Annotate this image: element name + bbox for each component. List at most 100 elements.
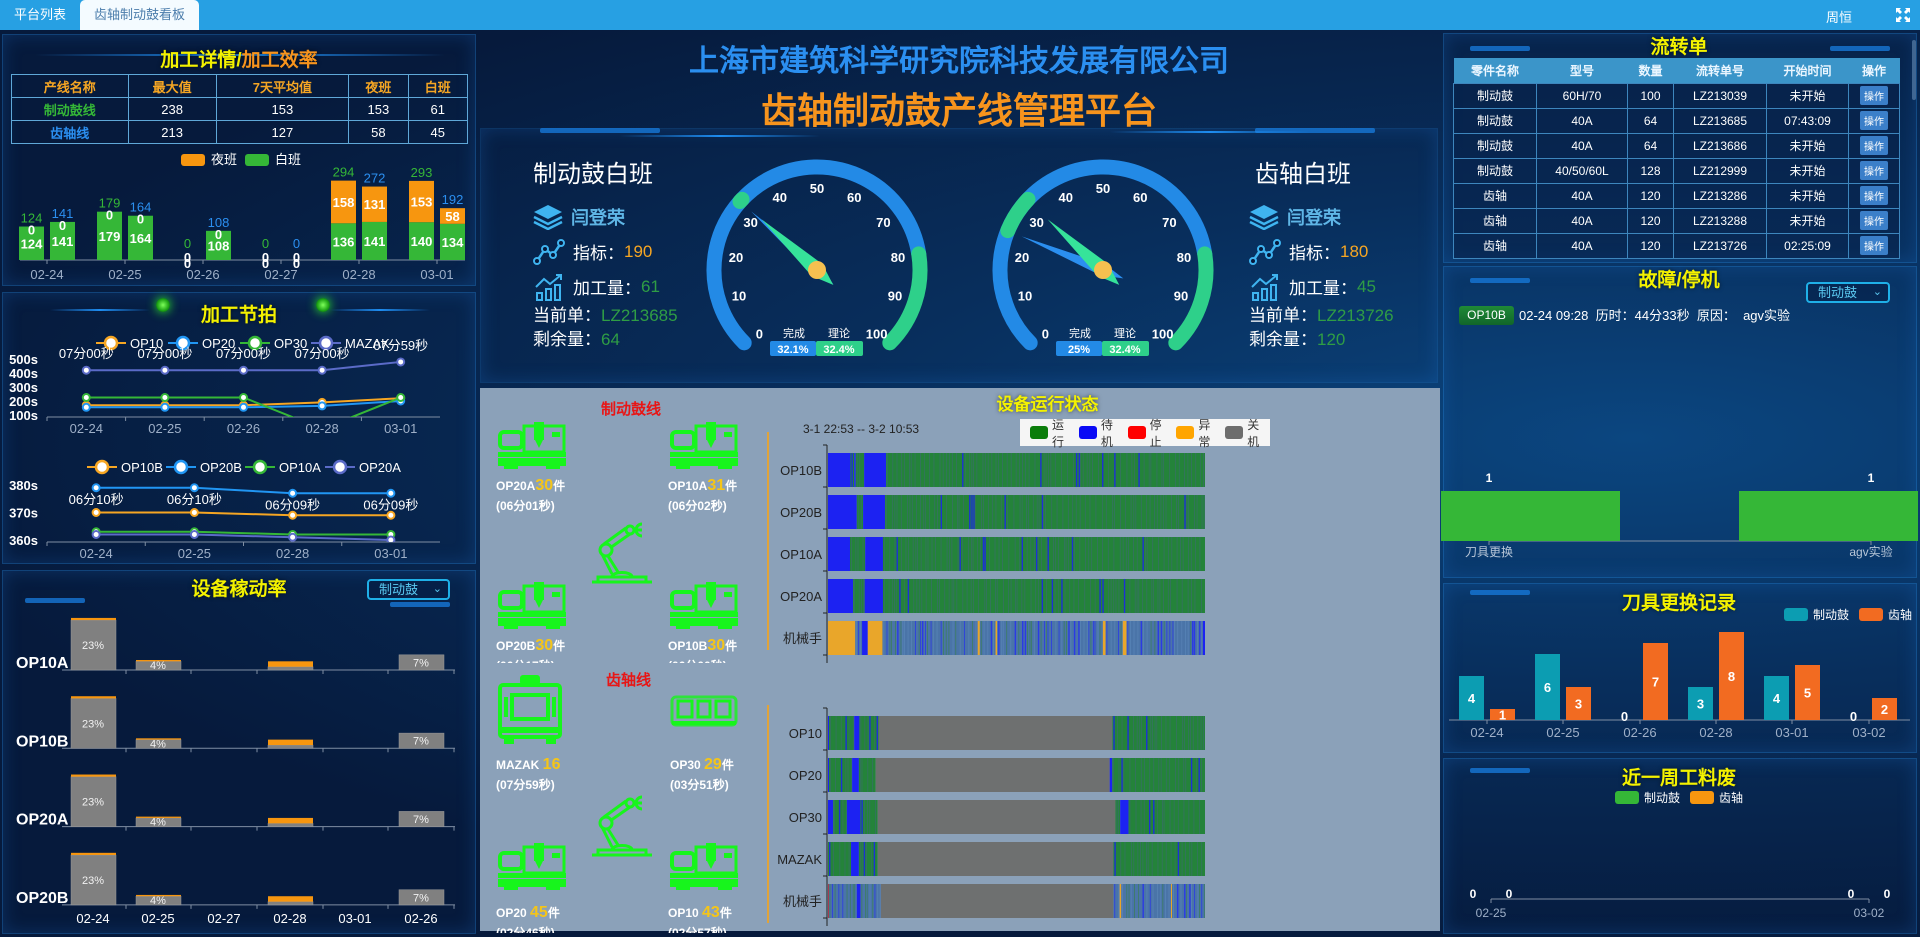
segment-stripe	[1195, 453, 1197, 487]
data-point	[288, 510, 298, 520]
x-tick-label: 02-26	[404, 911, 437, 926]
start-time: 未开始	[1766, 182, 1849, 209]
segment-run	[1112, 716, 1205, 750]
machine-card[interactable]: OP30 29件 (03分51秒)	[670, 755, 734, 795]
bar-value: 4%	[150, 895, 166, 907]
part-name: 齿轴	[1453, 182, 1537, 209]
segment-stripe	[1010, 453, 1012, 487]
flow-table-scroll[interactable]: 零件名称 型号 数量 流转单号 开始时间 操作 制动鼓 60H/70 100 LZ21…	[1453, 58, 1900, 261]
utilization-line-select[interactable]: 制动鼓 ⌄	[367, 579, 450, 600]
bar-value: 2	[1881, 702, 1888, 717]
segment-stripe	[1198, 758, 1200, 792]
action-cell: 操作	[1848, 157, 1900, 184]
segment-stripe	[1172, 621, 1174, 655]
tab-platform-list[interactable]: 平台列表	[0, 0, 80, 30]
header-cell: 型号	[1536, 58, 1628, 83]
segment-stripe	[1125, 495, 1127, 529]
segment-stripe	[1152, 884, 1154, 918]
header-cell: 产线名称	[11, 74, 129, 98]
segment-stripe	[1128, 884, 1130, 918]
count-unit: 件	[553, 479, 566, 493]
cell-night: 153	[348, 97, 409, 121]
flow-table: 零件名称 型号 数量 流转单号 开始时间 操作 制动鼓 60H/70 100 LZ21…	[1453, 58, 1900, 259]
gauge-tick-label: 20	[729, 250, 743, 265]
shaft-line-layout: 齿轴线 MAZAK 16 (07分59秒) OP30 29件 (03分51秒) OP20…	[480, 663, 760, 933]
machine-card[interactable]: OP10A31件 (06分02秒)	[668, 476, 737, 516]
segment-stripe	[1156, 716, 1158, 750]
segment-stripe	[1054, 579, 1056, 613]
segment-stripe	[1142, 884, 1144, 918]
segment-stripe	[987, 453, 989, 487]
segment-stripe	[920, 453, 921, 487]
segment-stripe	[1176, 579, 1178, 613]
segment-stripe	[1051, 579, 1054, 613]
segment-stripe	[1190, 537, 1192, 571]
segment-stripe	[1135, 758, 1136, 792]
segment-stripe	[995, 453, 997, 487]
data-point	[81, 393, 91, 402]
tab-dashboard[interactable]: 齿轴制动鼓看板	[80, 0, 200, 30]
segment-stripe	[914, 453, 916, 487]
x-tick-label: 02-24	[30, 267, 63, 282]
row-label: MAZAK	[777, 852, 822, 867]
user-name[interactable]: 周恒	[1826, 7, 1852, 26]
scrollbar[interactable]	[1912, 40, 1916, 100]
bar-abnormal	[268, 661, 313, 667]
operate-button[interactable]: 操作	[1860, 186, 1888, 205]
segment-stripe	[889, 537, 891, 571]
segment-stripe	[1199, 537, 1201, 571]
segment-stripe	[1019, 453, 1021, 487]
segment-stripe	[1114, 621, 1116, 655]
bar-abnormal	[71, 774, 116, 777]
segment-stripe	[1177, 621, 1179, 655]
segment-abnormal	[1119, 884, 1122, 918]
segment-stripe	[1183, 453, 1185, 487]
operate-button[interactable]: 操作	[1860, 136, 1888, 155]
segment-stripe	[834, 884, 836, 918]
expand-icon[interactable]	[1895, 7, 1911, 23]
data-point	[239, 365, 248, 375]
segment-stripe	[1073, 579, 1075, 613]
segment-stripe	[1158, 758, 1160, 792]
segment-stripe	[939, 579, 940, 613]
segment-stripe	[1133, 842, 1135, 876]
segment-stripe	[1037, 537, 1039, 571]
segment-stripe	[1153, 758, 1155, 792]
bar-value-day: 124	[21, 236, 43, 251]
segment-stripe	[984, 579, 986, 613]
segment-stripe	[1133, 716, 1134, 750]
segment-stripe	[1078, 453, 1081, 487]
segment-stripe	[1169, 758, 1171, 792]
segment-stripe	[849, 884, 851, 918]
segment-stripe	[1047, 537, 1049, 571]
x-tick-label: 02-25	[1546, 725, 1579, 740]
operate-button[interactable]: 操作	[1860, 86, 1888, 105]
bar-utilization	[267, 666, 314, 671]
operate-button[interactable]: 操作	[1860, 211, 1888, 230]
table-header-row: 产线名称 最大值 7天平均值 夜班 白班	[11, 74, 469, 98]
machine-card[interactable]: OP20 45件 (02分46秒)	[496, 903, 560, 933]
operate-button[interactable]: 操作	[1860, 111, 1888, 130]
machine-card[interactable]: OP10B30件(06分00秒)	[668, 636, 737, 663]
legend-marker	[252, 459, 268, 475]
layers-icon	[533, 204, 563, 230]
machine-card[interactable]: OP10 43件 (02分57秒)	[668, 903, 732, 933]
machine-count: 45	[530, 904, 548, 921]
fault-line-select[interactable]: 制动鼓 ⌄	[1806, 282, 1890, 303]
bar-abnormal	[71, 696, 116, 699]
segment-stripe	[1149, 495, 1151, 529]
x-tick-label: 03-02	[1854, 906, 1885, 920]
x-tick-label: 02-25	[148, 421, 181, 436]
segment-stripe	[1150, 716, 1152, 750]
utilization-bar-charts: OP10A 23% 4% 7% OP10B 23% 4% 7% OP20A 23% 4% 7% OP20…	[16, 617, 455, 926]
table-row: 齿轴 40A 120 LZ213726 02:25:09 操作	[1453, 232, 1900, 259]
machine-card[interactable]: OP20A30件 (06分01秒)	[496, 476, 565, 516]
segment-stripe	[971, 495, 973, 529]
operate-button[interactable]: 操作	[1860, 161, 1888, 180]
part-name: 制动鼓	[1453, 107, 1537, 134]
bar-value: 0	[1850, 709, 1857, 724]
machine-card[interactable]: OP20B30件(06分17秒)	[496, 636, 565, 663]
operate-button[interactable]: 操作	[1860, 236, 1888, 255]
machine-card[interactable]: MAZAK 16 (07分59秒)	[496, 755, 560, 795]
segment-idle	[864, 579, 883, 613]
